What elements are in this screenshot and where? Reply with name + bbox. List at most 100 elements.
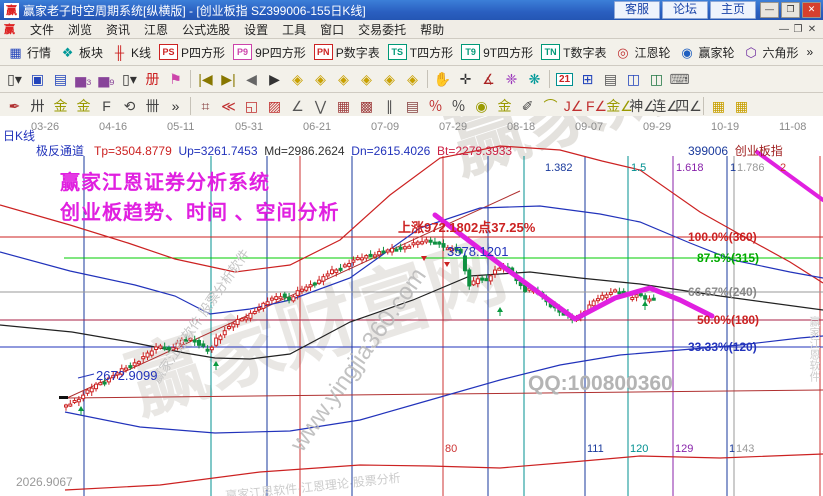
doc-edit-button[interactable]: ▤ [599,68,622,90]
quotes-label: 行情 [27,44,51,61]
lian-angle-button[interactable]: 连∠ [654,95,677,117]
print-button[interactable]: ⌨ [668,68,691,90]
color-chart-button[interactable]: ⚑ [164,68,187,90]
j-angle-button[interactable]: J∠ [562,95,585,117]
gann-wheel-button[interactable]: ◎江恩轮 [610,41,674,63]
winner-wheel-button[interactable]: ◉赢家轮 [674,41,738,63]
p-number-table-icon: PN [314,44,333,60]
mdi-minimize-icon[interactable]: — [777,24,791,35]
percent-slash-button[interactable]: ％ [424,95,447,117]
sectors-button[interactable]: ❖板块 [55,41,107,63]
percent-bars-button[interactable]: ▤ [401,95,424,117]
menu-item-设置[interactable]: 设置 [237,21,275,38]
cycle-top-label-2: 2 [780,162,786,174]
gann-fan-button[interactable]: ≪ [217,95,240,117]
bars-3-button[interactable]: ▅₃ [72,68,95,90]
gold-lines-button[interactable]: 金 [493,95,516,117]
menu-item-公式选股[interactable]: 公式选股 [175,21,237,38]
candle-tool-button[interactable]: ▯▾ [118,68,141,90]
next-page-button[interactable]: ▶ [263,68,286,90]
grid-arrow-button[interactable]: ▩ [355,95,378,117]
indicator-name[interactable]: 极反通道 [36,144,84,158]
kline-chart-area[interactable]: 赢家财富网 赢家财富网 www.yingjia360.com 赢家江恩软件 股票… [0,116,823,496]
first-page-button[interactable]: |◀ [194,68,217,90]
gold-grid-b-button[interactable]: 金 [72,95,95,117]
grid-gold-2-button[interactable]: ▦ [730,95,753,117]
slant-lines-button[interactable]: ∥ [378,95,401,117]
save-button[interactable]: ◫ [622,68,645,90]
zoom-move-button[interactable]: ◈ [401,68,424,90]
crosshair-tool-button[interactable]: ✛ [454,68,477,90]
more-1-button[interactable]: » [803,41,818,63]
gold-angle-button[interactable]: 金∠ [608,95,631,117]
spiral-grid-button[interactable]: ⟲ [118,95,141,117]
hexagon-button[interactable]: ⬡六角形 [739,41,803,63]
radial-square-button[interactable]: ▨ [263,95,286,117]
gold-grid-a-button[interactable]: 金 [49,95,72,117]
region-tool-button[interactable]: ❋ [523,68,546,90]
more-2-button[interactable]: » [164,95,187,117]
menu-item-交易委托[interactable]: 交易委托 [351,21,413,38]
t-number-table-button[interactable]: TNT数字表 [537,41,610,63]
menu-item-资讯[interactable]: 资讯 [99,21,137,38]
mdi-restore-icon[interactable]: ❐ [791,24,805,35]
prev-page-button[interactable]: ◀ [240,68,263,90]
shen-angle-button[interactable]: 神∠ [631,95,654,117]
gann-square-button[interactable]: ⌗ [194,95,217,117]
multi-view-button[interactable]: ▣ [26,68,49,90]
last-page-button[interactable]: ▶| [217,68,240,90]
9t-square-button[interactable]: T99T四方形 [457,41,537,63]
customer-service-button[interactable]: 客服 [614,1,660,19]
zoom-right-button[interactable]: ◈ [309,68,332,90]
zoom-all-button[interactable]: ◈ [378,68,401,90]
tick-grid-button[interactable]: 卌 [141,95,164,117]
calculator-button[interactable]: ⊞ [576,68,599,90]
pen-tool-button[interactable]: ✒ [3,95,26,117]
kline-style-button[interactable]: ▯▾ [3,68,26,90]
menu-item-文件[interactable]: 文件 [23,21,61,38]
v-lines-button[interactable]: ⋁ [309,95,332,117]
calendar-button[interactable]: 21 [553,68,576,90]
homepage-button[interactable]: 主页 [710,1,756,19]
close-button[interactable]: ✕ [802,2,821,18]
title-bar[interactable]: 赢 赢家老子时空周期系统[纵横版] - [创业板指 SZ399006-155日K… [0,0,823,20]
save-web-button[interactable]: ◫ [645,68,668,90]
grid-gold-1-button[interactable]: ▦ [707,95,730,117]
zoom-h-button[interactable]: ◈ [332,68,355,90]
zoom-center-button[interactable]: ◈ [355,68,378,90]
f-grid-button[interactable]: F [95,95,118,117]
f-angle-button[interactable]: F∠ [585,95,608,117]
si-angle-button[interactable]: 四∠ [677,95,700,117]
p-number-table-button[interactable]: PNP数字表 [310,41,384,63]
angle-pick-button[interactable]: ∡ [477,68,500,90]
forum-button[interactable]: 论坛 [662,1,708,19]
menu-item-浏览[interactable]: 浏览 [61,21,99,38]
angle-lines-button[interactable]: ∠ [286,95,309,117]
9p-square-button[interactable]: P99P四方形 [229,41,310,63]
menu-item-窗口[interactable]: 窗口 [313,21,351,38]
hand-tool-button[interactable]: ✋ [431,68,454,90]
t-square-button[interactable]: TST四方形 [384,41,457,63]
pen-bars-button[interactable]: ✐ [516,95,539,117]
quotes-button[interactable]: ▦行情 [3,41,55,63]
restore-button[interactable]: ❐ [781,2,800,18]
square-fan-button[interactable]: ◱ [240,95,263,117]
purple-tool-button[interactable]: ❈ [500,68,523,90]
percent-button[interactable]: ％ [447,95,470,117]
mdi-close-icon[interactable]: ✕ [805,24,819,35]
menu-item-帮助[interactable]: 帮助 [413,21,451,38]
menu-item-工具[interactable]: 工具 [275,21,313,38]
menu-item-江恩[interactable]: 江恩 [137,21,175,38]
hash-grid-button[interactable]: 卅 [26,95,49,117]
gold-circle-button[interactable]: ◉ [470,95,493,117]
p-square-button[interactable]: PSP四方形 [155,41,229,63]
arc-gold-button[interactable]: ⌒ [539,95,562,117]
info-note-button[interactable]: ▤ [49,68,72,90]
bars-9-button[interactable]: ▅₉ [95,68,118,90]
grid-red-button[interactable]: ▦ [332,95,355,117]
kline-button[interactable]: ╫K线 [107,41,155,63]
red-lattice-button[interactable]: 册 [141,68,164,90]
zoom-left-button[interactable]: ◈ [286,68,309,90]
prev-page-icon: ◀ [246,71,257,88]
minimize-button[interactable]: — [760,2,779,18]
